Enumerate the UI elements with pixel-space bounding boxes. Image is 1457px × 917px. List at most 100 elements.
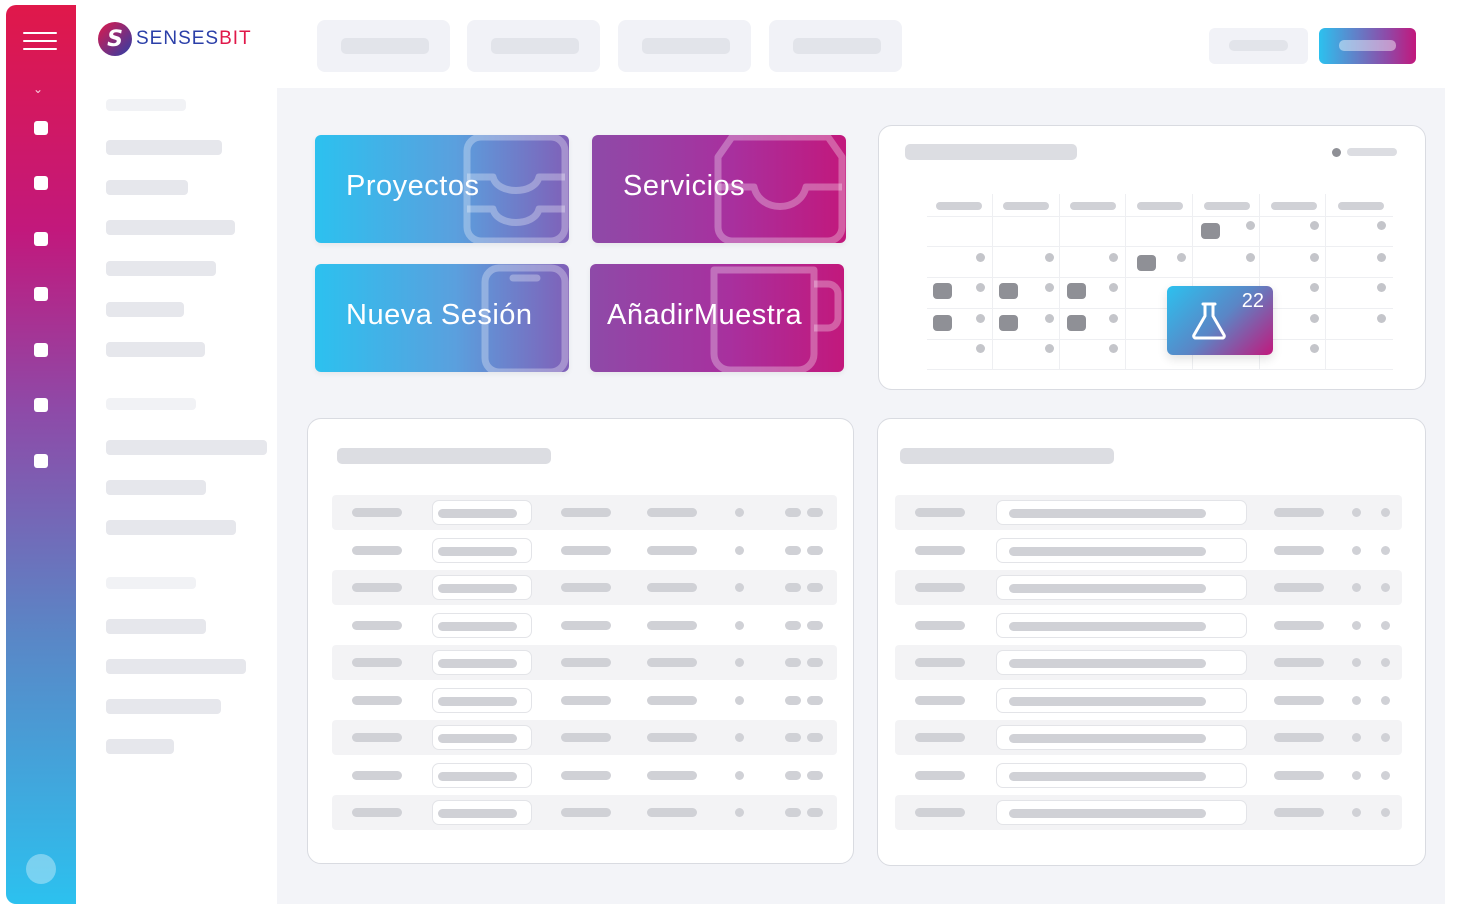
sidebar-item[interactable] [106,480,206,495]
calendar-day[interactable] [1377,221,1386,230]
sidebar-item[interactable] [106,699,221,714]
top-tab-4[interactable] [769,20,902,72]
calendar-day[interactable] [1109,344,1118,353]
calendar-day[interactable] [1310,253,1319,262]
calendar-day[interactable] [976,314,985,323]
rail-item-4-icon[interactable] [34,287,48,301]
sidebar-item[interactable] [106,220,235,235]
calendar-marker[interactable] [1067,283,1086,299]
primary-button[interactable] [1319,28,1416,64]
sidebar-item[interactable] [106,180,188,195]
calendar-day[interactable] [1045,344,1054,353]
tile-servicios[interactable]: Servicios [592,135,846,243]
rail-item-7-icon[interactable] [34,454,48,468]
calendar-day[interactable] [1310,344,1319,353]
calendar-day[interactable] [1109,283,1118,292]
sidebar-item[interactable] [106,619,206,634]
calendar-marker[interactable] [933,283,952,299]
sidebar-item[interactable] [106,140,222,155]
sidebar-item[interactable] [106,342,205,357]
calendar-day[interactable] [976,344,985,353]
tile-nueva-sesion-label: Nueva Sesión [346,299,533,331]
calendar-day[interactable] [976,283,985,292]
tile-anadir-muestra[interactable]: AñadirMuestra [590,264,844,372]
secondary-button[interactable] [1209,28,1308,64]
calendar-day[interactable] [1045,253,1054,262]
table-row[interactable] [895,720,1402,755]
sidebar-section-heading [106,99,186,111]
sidebar-item[interactable] [106,440,267,455]
table-row[interactable] [332,795,837,830]
table-row[interactable] [895,645,1402,680]
table-row[interactable] [895,758,1402,793]
sidebar-item[interactable] [106,261,216,276]
calendar-marker[interactable] [933,315,952,331]
main-content: Proyectos Servicios Nueva Sesión AñadirM… [277,88,1445,904]
app-window: ⌄ S SENSESBIT Proyectos Servicios Nueva … [0,0,1457,917]
rail-item-1-icon[interactable] [34,121,48,135]
calendar-day[interactable] [1377,283,1386,292]
table-row[interactable] [332,608,837,643]
sidebar-item[interactable] [106,302,184,317]
brand-logo[interactable]: S SENSESBIT [98,22,252,56]
calendar-day[interactable] [1377,253,1386,262]
rail-item-3-icon[interactable] [34,232,48,246]
table-row[interactable] [332,570,837,605]
calendar-marker[interactable] [1067,315,1086,331]
rail-item-2-icon[interactable] [34,176,48,190]
table-right-title [900,448,1114,464]
calendar-marker[interactable] [999,283,1018,299]
top-tab-3[interactable] [618,20,751,72]
tile-nueva-sesion[interactable]: Nueva Sesión [315,264,569,372]
top-tab-1[interactable] [317,20,450,72]
top-tab-2[interactable] [467,20,600,72]
calendar-day[interactable] [1109,253,1118,262]
calendar-day[interactable] [976,253,985,262]
table-row[interactable] [332,683,837,718]
table-row[interactable] [332,758,837,793]
table-row[interactable] [332,720,837,755]
icon-rail: ⌄ [6,5,76,904]
table-row[interactable] [332,533,837,568]
table-row[interactable] [895,608,1402,643]
rail-item-6-icon[interactable] [34,398,48,412]
chevron-down-icon[interactable]: ⌄ [33,82,43,96]
table-row[interactable] [895,495,1402,530]
table-row[interactable] [895,570,1402,605]
calendar-marker[interactable] [1137,255,1156,271]
calendar-day[interactable] [1246,221,1255,230]
top-bar [277,5,1445,88]
table-row[interactable] [895,795,1402,830]
sidebar-item[interactable] [106,520,236,535]
tile-anadir-muestra-label: AñadirMuestra [607,299,803,331]
table-row[interactable] [895,683,1402,718]
rail-item-5-icon[interactable] [34,343,48,357]
calendar-day[interactable] [1246,253,1255,262]
sidebar-item[interactable] [106,739,174,754]
calendar-day[interactable] [1045,314,1054,323]
calendar-day[interactable] [1377,314,1386,323]
sidebar-section-heading [106,577,196,589]
sidebar-item[interactable] [106,659,246,674]
user-avatar[interactable] [26,854,56,884]
sidebar-section-heading [106,398,196,410]
calendar-marker[interactable] [1201,223,1220,239]
calendar-day[interactable] [1310,314,1319,323]
table-row[interactable] [332,645,837,680]
table-row[interactable] [895,533,1402,568]
tile-proyectos[interactable]: Proyectos [315,135,569,243]
calendar-day[interactable] [1045,283,1054,292]
hamburger-menu-icon[interactable] [23,32,57,52]
legend-label [1347,148,1397,156]
legend-dot [1332,148,1341,157]
table-left-title [337,448,551,464]
calendar-day[interactable] [1109,314,1118,323]
calendar-day[interactable] [1310,283,1319,292]
tile-proyectos-label: Proyectos [346,170,480,202]
calendar-event-badge[interactable]: 22 [1167,286,1273,355]
calendar-card: 22 [878,125,1426,390]
calendar-marker[interactable] [999,315,1018,331]
calendar-day[interactable] [1310,221,1319,230]
calendar-day[interactable] [1177,253,1186,262]
table-row[interactable] [332,495,837,530]
